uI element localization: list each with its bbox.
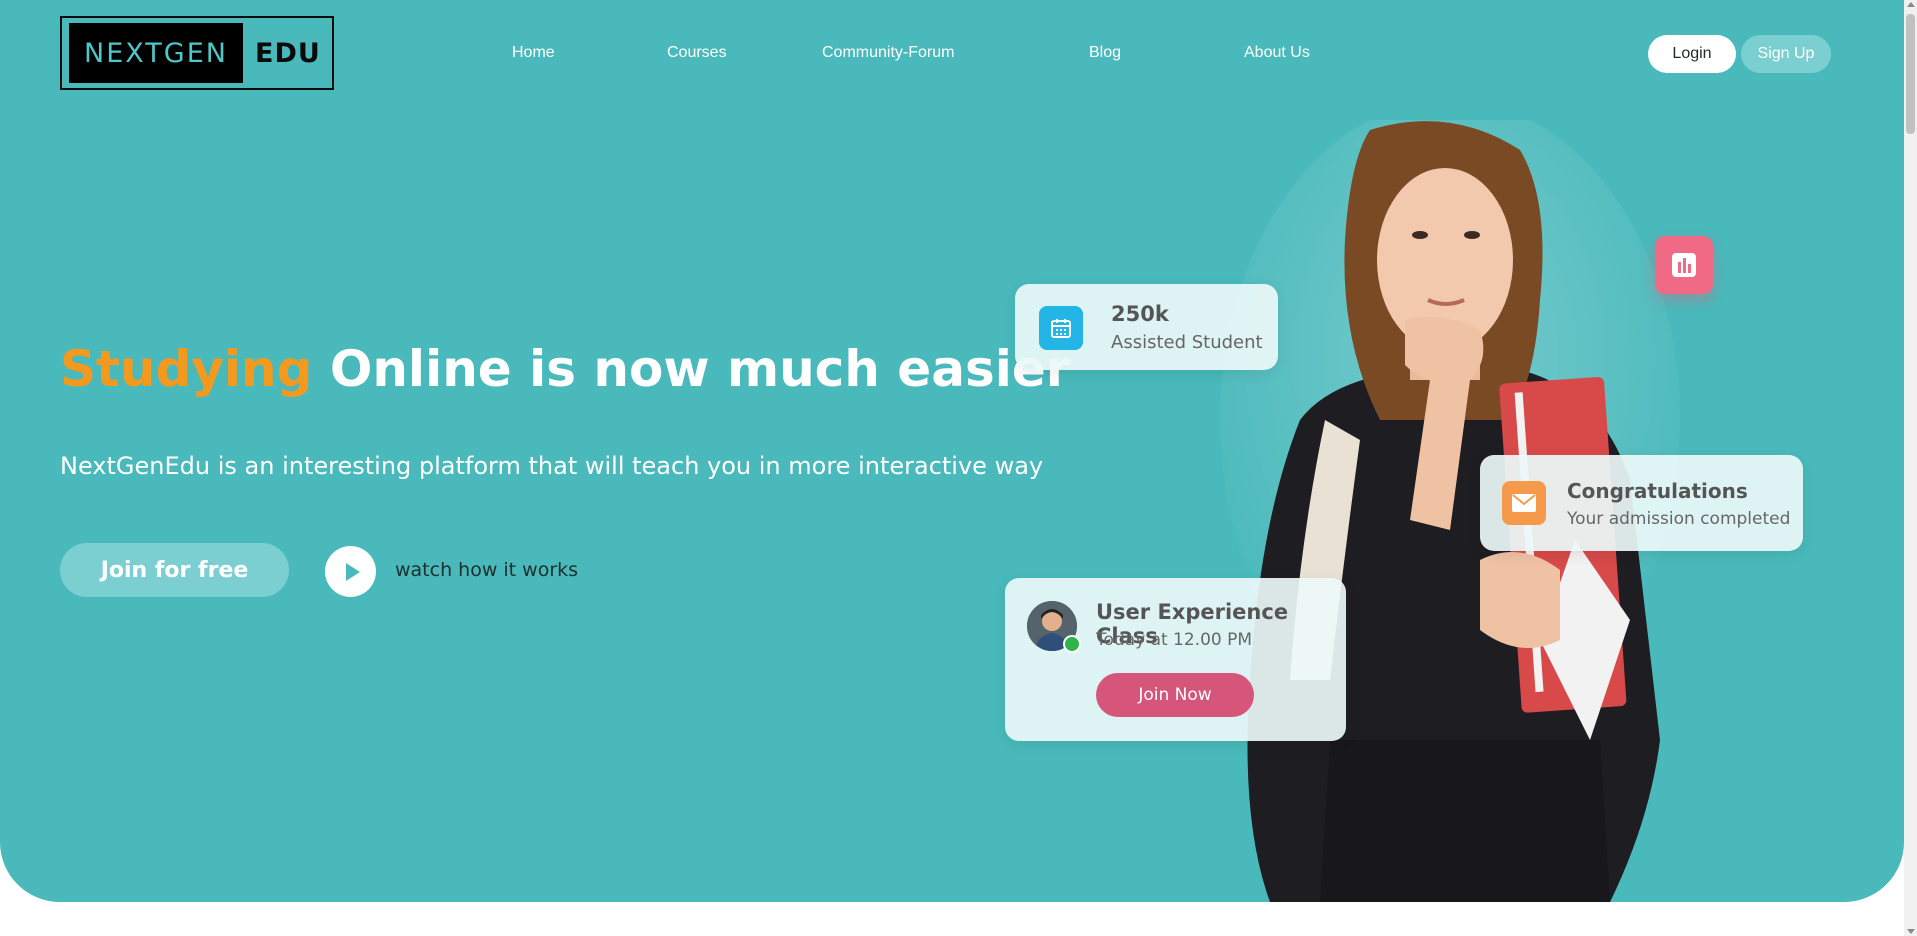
hero-section: NEXTGEN EDU Home Courses Community-Forum… <box>0 0 1904 902</box>
page-scrollbar[interactable] <box>1904 0 1917 936</box>
headline-rest: Online is now much easier <box>312 340 1071 398</box>
nav-community-forum[interactable]: Community-Forum <box>822 44 954 62</box>
logo-nextgen: NEXTGEN <box>69 23 243 83</box>
join-free-button[interactable]: Join for free <box>60 543 289 597</box>
join-now-button[interactable]: Join Now <box>1096 673 1254 717</box>
calendar-icon <box>1039 306 1083 350</box>
congrats-card: Congratulations Your admission completed <box>1480 455 1803 551</box>
watch-how-link[interactable]: watch how it works <box>395 559 578 581</box>
headline-highlight: Studying <box>60 340 313 398</box>
class-card: User Experience Class Today at 12.00 PM … <box>1005 578 1346 741</box>
class-time: Today at 12.00 PM <box>1096 630 1253 650</box>
scroll-down-icon[interactable] <box>1907 929 1915 934</box>
play-icon <box>346 562 360 581</box>
mail-icon <box>1502 481 1546 525</box>
congrats-title: Congratulations <box>1567 479 1748 503</box>
scroll-thumb[interactable] <box>1906 14 1915 134</box>
congrats-subtitle: Your admission completed <box>1567 509 1791 529</box>
nav-about-us[interactable]: About Us <box>1244 44 1310 62</box>
login-button[interactable]: Login <box>1648 35 1736 73</box>
logo[interactable]: NEXTGEN EDU <box>60 16 334 90</box>
students-card: 250k Assisted Student <box>1015 284 1278 370</box>
hero-subline: NextGenEdu is an interesting platform th… <box>60 452 1044 480</box>
students-label: Assisted Student <box>1111 332 1263 353</box>
play-video-button[interactable] <box>325 546 376 597</box>
nav-home[interactable]: Home <box>512 44 555 62</box>
logo-edu: EDU <box>255 37 321 69</box>
students-count: 250k <box>1111 302 1169 326</box>
nav-blog[interactable]: Blog <box>1089 44 1121 62</box>
bar-chart-icon <box>1655 236 1713 294</box>
signup-button[interactable]: Sign Up <box>1741 35 1831 73</box>
nav-courses[interactable]: Courses <box>667 44 727 62</box>
online-status-dot <box>1063 635 1081 653</box>
hero-headline: Studying Online is now much easier <box>60 340 1070 398</box>
scroll-up-icon[interactable] <box>1907 2 1915 7</box>
